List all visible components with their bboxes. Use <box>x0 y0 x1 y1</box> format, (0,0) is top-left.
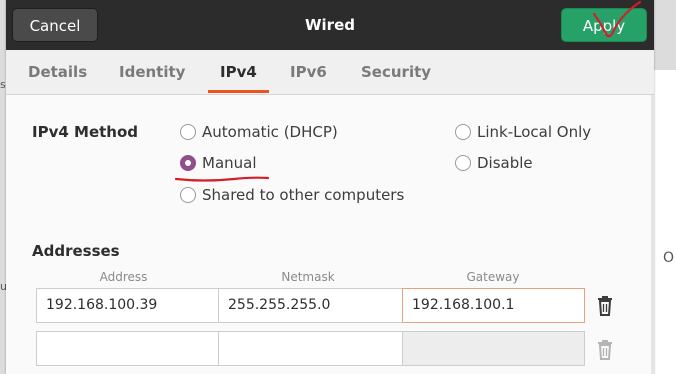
radio-automatic-dhcp[interactable]: Automatic (DHCP) <box>180 121 338 143</box>
radio-shared-to-other-computers[interactable]: Shared to other computers <box>180 184 404 206</box>
tab-identity[interactable]: Identity <box>119 50 185 94</box>
column-header-gateway: Gateway <box>466 270 520 284</box>
radio-label: Manual <box>202 154 257 172</box>
ipv4-method-label: IPv4 Method <box>32 123 139 141</box>
tab-security[interactable]: Security <box>361 50 431 94</box>
column-header-address: Address <box>99 270 148 284</box>
background-text-fragment: O <box>662 250 674 266</box>
tab-ipv6[interactable]: IPv6 <box>290 50 327 94</box>
netmask-input-empty[interactable] <box>218 331 403 366</box>
tab-bar: Details Identity IPv4 IPv6 Security <box>6 50 654 95</box>
address-input-empty[interactable] <box>36 331 219 366</box>
addresses-label: Addresses <box>32 242 120 260</box>
scrollbar[interactable] <box>651 95 654 374</box>
netmask-input[interactable]: 255.255.255.0 <box>218 288 403 323</box>
red-underline-annotation <box>174 176 270 182</box>
radio-label: Link-Local Only <box>477 123 592 141</box>
gateway-input[interactable]: 192.168.100.1 <box>402 288 585 323</box>
radio-button-icon <box>180 124 196 140</box>
radio-manual[interactable]: Manual <box>180 152 257 174</box>
radio-label: Automatic (DHCP) <box>202 123 338 141</box>
ipv4-settings-panel: IPv4 Method Automatic (DHCP) Link-Local … <box>6 95 654 374</box>
wired-settings-dialog: Wired Cancel Apply Details Identity IPv4… <box>6 0 654 374</box>
radio-link-local-only[interactable]: Link-Local Only <box>455 121 591 143</box>
radio-disable[interactable]: Disable <box>455 152 533 174</box>
gateway-input-disabled <box>402 331 585 366</box>
radio-label: Shared to other computers <box>202 186 405 204</box>
radio-button-icon <box>455 155 471 171</box>
address-input[interactable]: 192.168.100.39 <box>36 288 219 323</box>
active-tab-indicator <box>208 90 269 93</box>
radio-selected-icon <box>180 155 196 171</box>
header-bar: Wired Cancel Apply <box>6 0 654 50</box>
tab-details[interactable]: Details <box>28 50 87 94</box>
radio-button-icon <box>455 124 471 140</box>
tab-ipv4[interactable]: IPv4 <box>220 50 257 94</box>
radio-button-icon <box>180 187 196 203</box>
cancel-button[interactable]: Cancel <box>12 8 98 42</box>
background-window-right: O <box>653 70 676 374</box>
trash-icon[interactable] <box>595 295 615 317</box>
red-checkmark-annotation <box>592 0 642 38</box>
trash-icon-disabled <box>595 339 615 361</box>
background-text-fragment: s <box>0 78 6 91</box>
column-header-netmask: Netmask <box>281 270 335 284</box>
dialog-title: Wired <box>305 16 355 34</box>
radio-label: Disable <box>477 154 533 172</box>
